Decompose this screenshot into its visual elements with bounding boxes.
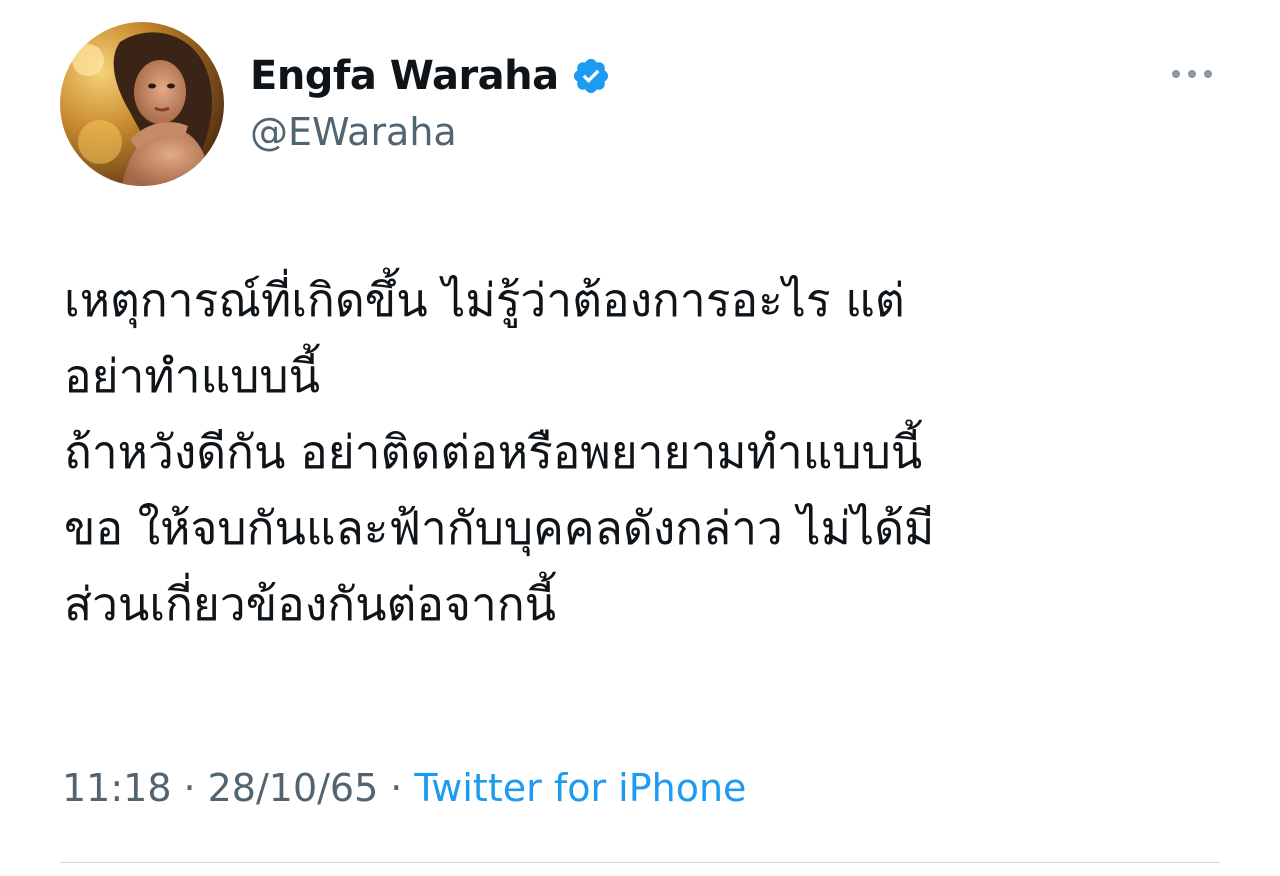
- meta-separator: ·: [390, 766, 403, 810]
- more-dots-icon: [1172, 70, 1212, 78]
- verified-badge-icon: [571, 56, 611, 96]
- tweet-text: เหตุการณ์ที่เกิดขึ้น ไม่รู้ว่าต้องการอะไ…: [64, 262, 1244, 642]
- tweet-text-line: ถ้าหวังดีกัน อย่าติดต่อหรือพยายามทำแบบนี…: [64, 425, 923, 479]
- author-name-row: Engfa Waraha: [250, 46, 611, 106]
- avatar[interactable]: [60, 22, 224, 186]
- tweet-text-line: ส่วนเกี่ยวข้องกันต่อจากนี้: [64, 577, 557, 631]
- avatar-photo: [60, 22, 224, 186]
- display-name[interactable]: Engfa Waraha: [250, 53, 559, 99]
- tweet-card: Engfa Waraha @EWaraha เหตุการณ์ที่เกิดขึ…: [0, 0, 1280, 876]
- tweet-source-link[interactable]: Twitter for iPhone: [414, 766, 746, 810]
- meta-separator: ·: [183, 766, 196, 810]
- more-options-button[interactable]: [1162, 56, 1222, 92]
- tweet-text-line: ขอ ให้จบกันและฟ้ากับบุคคลดังกล่าว ไม่ได้…: [64, 501, 935, 555]
- divider: [60, 862, 1220, 863]
- tweet-date[interactable]: 28/10/65: [208, 766, 379, 810]
- author-handle[interactable]: @EWaraha: [250, 110, 457, 154]
- tweet-time[interactable]: 11:18: [62, 766, 172, 810]
- tweet-text-line: อย่าทำแบบนี้: [64, 349, 321, 403]
- tweet-metadata: 11:18 · 28/10/65 · Twitter for iPhone: [62, 766, 746, 810]
- tweet-text-line: เหตุการณ์ที่เกิดขึ้น ไม่รู้ว่าต้องการอะไ…: [64, 273, 905, 327]
